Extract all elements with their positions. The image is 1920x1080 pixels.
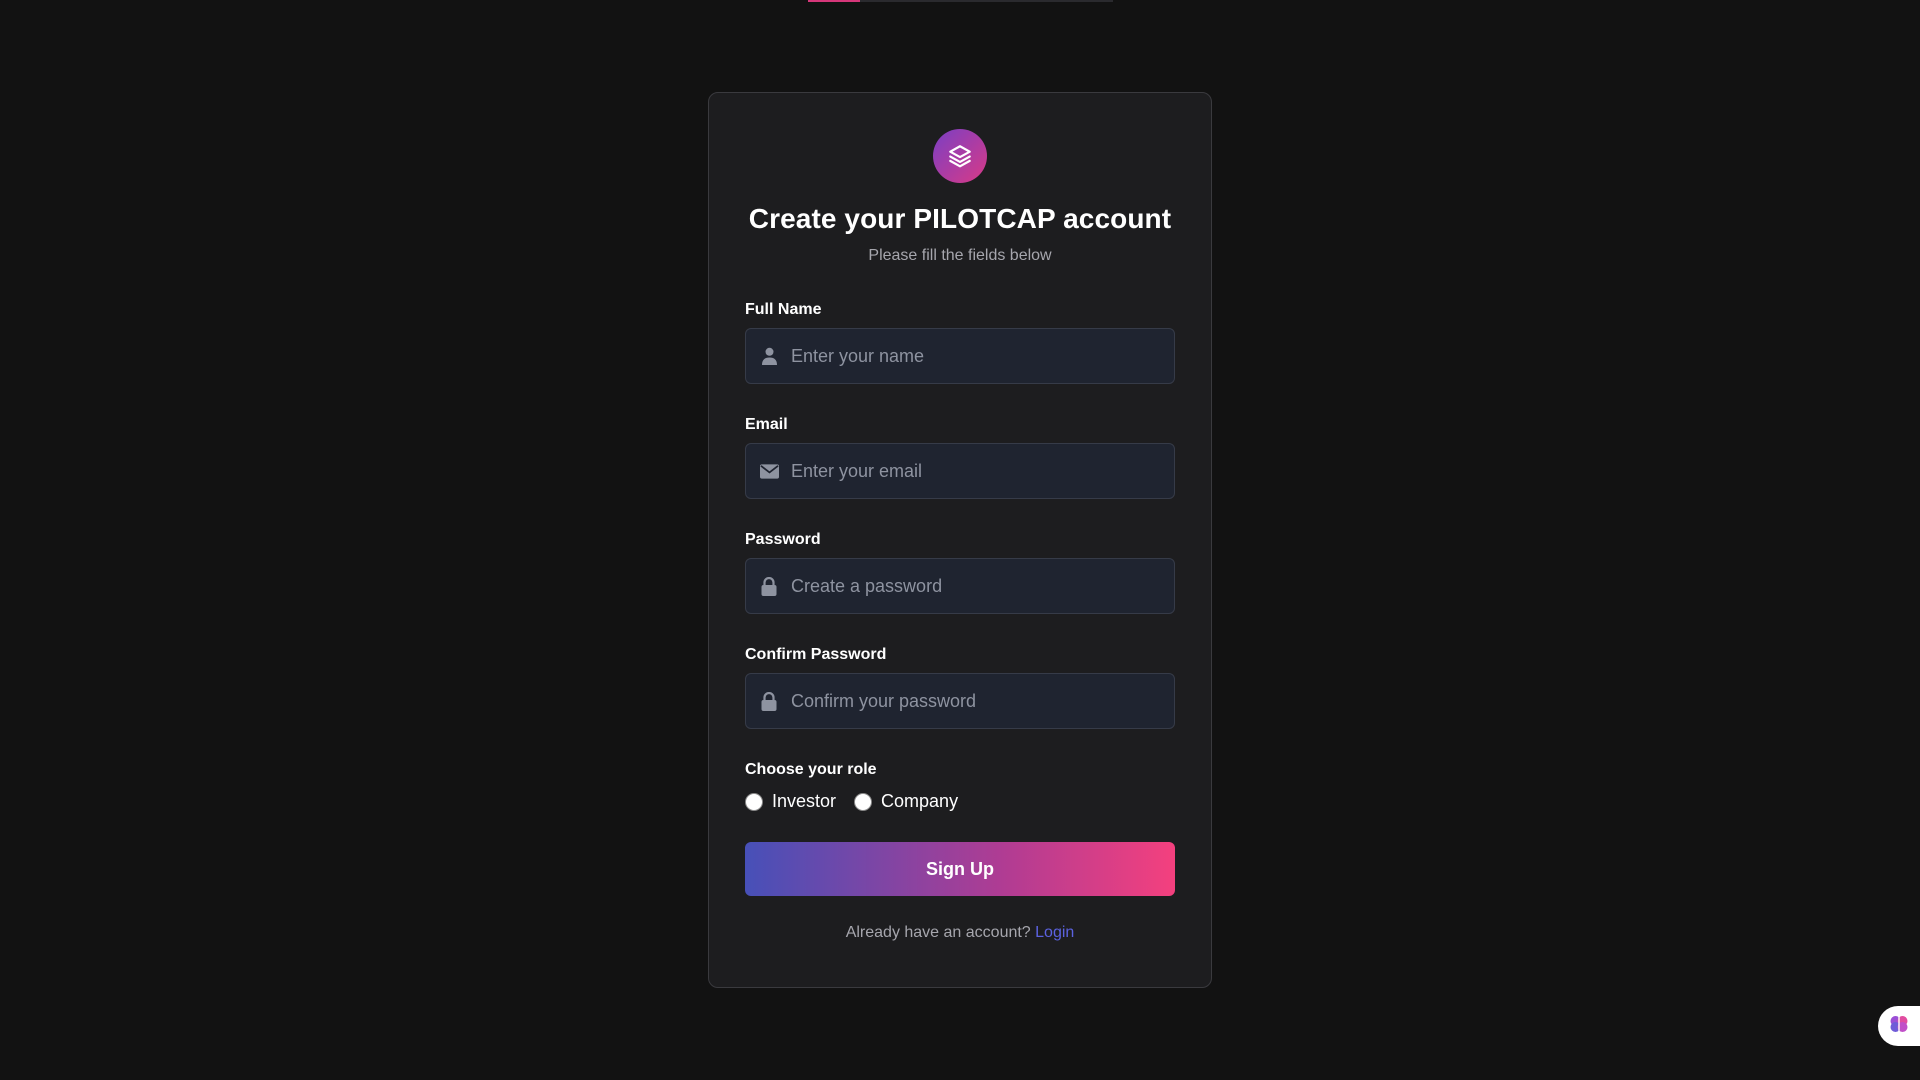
- layers-logo-icon: [933, 129, 987, 183]
- sign-up-button[interactable]: Sign Up: [745, 842, 1175, 896]
- full-name-input-wrap: [745, 328, 1175, 384]
- confirm-password-input-wrap: [745, 673, 1175, 729]
- login-prompt: Already have an account? Login: [745, 924, 1175, 942]
- confirm-password-label: Confirm Password: [745, 646, 887, 663]
- password-label: Password: [745, 531, 821, 548]
- password-input-wrap: [745, 558, 1175, 614]
- role-company-label: Company: [881, 791, 959, 811]
- login-link[interactable]: Login: [1035, 924, 1074, 941]
- password-field: Password: [745, 531, 1175, 614]
- role-investor-radio[interactable]: Investor: [745, 791, 836, 812]
- assistant-widget-button[interactable]: [1878, 1006, 1920, 1046]
- role-company-radio[interactable]: Company: [854, 791, 958, 812]
- email-input-wrap: [745, 443, 1175, 499]
- brain-icon: [1888, 1013, 1910, 1040]
- role-selector: Choose your role Investor Company: [745, 761, 1175, 812]
- role-investor-label: Investor: [772, 791, 837, 811]
- full-name-label: Full Name: [745, 301, 822, 318]
- page-subtitle: Please fill the fields below: [868, 247, 1052, 264]
- signup-form: Full Name Email: [745, 301, 1175, 942]
- email-field: Email: [745, 416, 1175, 499]
- full-name-field: Full Name: [745, 301, 1175, 384]
- signup-card: Create your PILOTCAP account Please fill…: [708, 92, 1212, 988]
- email-input[interactable]: [746, 444, 1174, 498]
- email-label: Email: [745, 416, 788, 433]
- page-title: Create your PILOTCAP account: [748, 203, 1172, 234]
- password-input[interactable]: [746, 559, 1174, 613]
- full-name-input[interactable]: [746, 329, 1174, 383]
- role-label: Choose your role: [745, 761, 877, 778]
- role-options: Investor Company: [745, 791, 1175, 812]
- confirm-password-input[interactable]: [746, 674, 1174, 728]
- radio-circle[interactable]: [745, 792, 763, 811]
- confirm-password-field: Confirm Password: [745, 646, 1175, 729]
- top-progress-bar: [808, 0, 1113, 2]
- login-prompt-text: Already have an account?: [845, 924, 1031, 941]
- radio-circle[interactable]: [854, 792, 873, 811]
- top-progress-fill: [808, 0, 860, 2]
